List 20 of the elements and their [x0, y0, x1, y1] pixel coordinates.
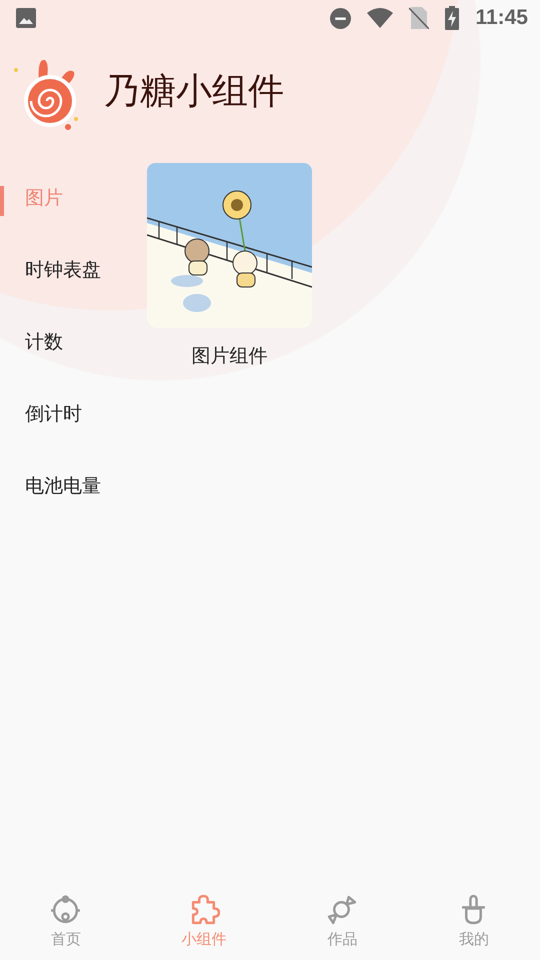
widget-preview-drawing[interactable]: [147, 163, 312, 328]
sidebar-tab[interactable]: 图片: [0, 162, 140, 234]
candy-icon: [326, 894, 358, 926]
sidebar-tab[interactable]: 电池电量: [0, 450, 140, 522]
sidebar-tab[interactable]: 倒计时: [0, 378, 140, 450]
nav-tab[interactable]: 小组件: [182, 894, 227, 950]
clock-time: 11:45: [475, 5, 528, 32]
nav-tab[interactable]: 作品: [326, 894, 358, 950]
wifi-icon: [367, 8, 394, 28]
widget-label: 图片组件: [192, 344, 268, 369]
no-sim-icon: [409, 7, 430, 29]
baby-face-icon: [50, 894, 82, 926]
image-icon: [16, 8, 36, 28]
battery-charging-icon: [445, 6, 460, 30]
do-not-disturb-icon: [330, 8, 352, 28]
nav-tab[interactable]: 我的: [458, 894, 490, 950]
app-title: 乃糖小组件: [104, 70, 284, 114]
nav-tab[interactable]: 首页: [50, 894, 82, 950]
sidebar-tab[interactable]: 计数: [0, 306, 140, 378]
sidebar-tab[interactable]: 时钟表盘: [0, 234, 140, 306]
